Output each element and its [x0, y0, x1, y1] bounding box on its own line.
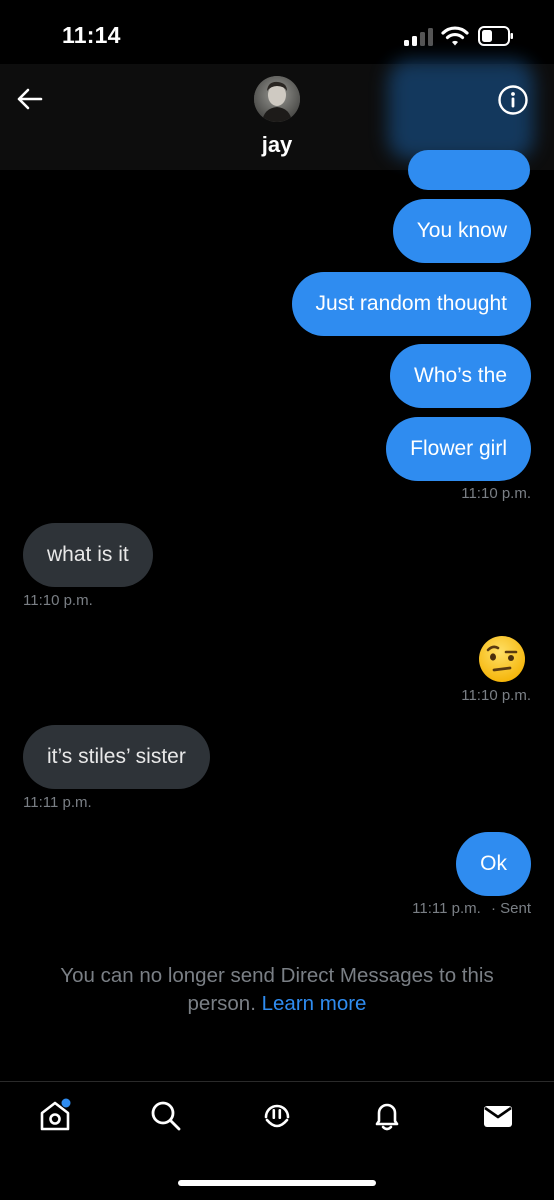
face-with-raised-eyebrow-emoji[interactable] [477, 634, 527, 684]
learn-more-link[interactable]: Learn more [262, 992, 367, 1015]
nav-search[interactable] [148, 1098, 184, 1134]
back-button[interactable] [12, 82, 46, 116]
message-timestamp: 11:10 p.m. [461, 485, 531, 502]
nav-spaces[interactable] [259, 1098, 295, 1134]
profile-photo [254, 76, 300, 122]
notifications-icon [375, 1103, 399, 1131]
status-bar: 11:14 [0, 0, 554, 64]
status-time: 11:14 [62, 22, 121, 48]
message-timestamp: 11:11 p.m. [412, 900, 481, 917]
nav-notifications[interactable] [369, 1098, 405, 1134]
message-sent-status: · Sent [490, 900, 531, 917]
cellular-signal-icon [404, 28, 434, 46]
message-bubble-outgoing[interactable]: Who’s the [390, 344, 531, 408]
home-indicator[interactable] [178, 1180, 376, 1186]
message-bubble-incoming[interactable]: what is it [23, 523, 153, 587]
message-meta: 11:11 p.m. · Sent [412, 900, 531, 917]
message-bubble-outgoing[interactable]: You know [392, 199, 531, 263]
avatar[interactable] [254, 76, 300, 122]
battery-icon [478, 26, 513, 46]
back-arrow-icon [17, 88, 43, 110]
spaces-icon [264, 1104, 290, 1128]
nav-messages[interactable] [480, 1098, 516, 1134]
message-bubble-outgoing[interactable]: Flower girl [386, 417, 531, 481]
message-timestamp: 11:11 p.m. [23, 794, 92, 811]
message-bubble-partial[interactable] [408, 150, 530, 190]
message-timestamp: 11:10 p.m. [461, 687, 531, 704]
message-timestamp: 11:10 p.m. [23, 592, 93, 609]
message-bubble-incoming[interactable]: it’s stiles’ sister [23, 725, 210, 789]
info-icon[interactable] [497, 84, 529, 116]
nav-home[interactable] [37, 1098, 73, 1134]
message-bubble-outgoing[interactable]: Ok [456, 832, 531, 896]
home-icon [40, 1098, 71, 1131]
messages-icon [484, 1106, 512, 1127]
message-bubble-outgoing[interactable]: Just random thought [291, 272, 531, 336]
dm-disabled-notice: You can no longer send Direct Messages t… [30, 962, 524, 1018]
wifi-icon [441, 26, 469, 46]
search-icon [151, 1101, 181, 1131]
